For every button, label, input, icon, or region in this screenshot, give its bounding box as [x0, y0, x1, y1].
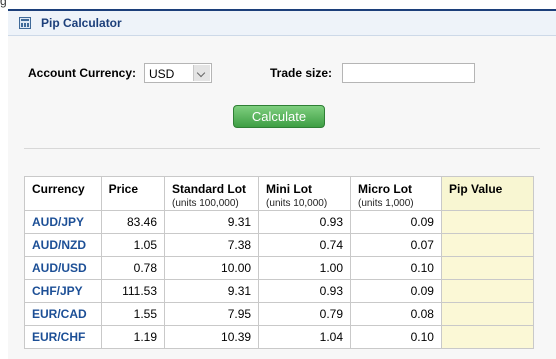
trade-size-input[interactable]: [342, 63, 475, 83]
micro-lot-cell: 0.07: [350, 233, 442, 257]
currency-link[interactable]: AUD/JPY: [24, 210, 102, 234]
mini-lot-cell: 1.00: [258, 256, 352, 280]
currency-link[interactable]: AUD/USD: [24, 256, 102, 280]
price-cell: 1.19: [100, 325, 166, 349]
pip-calculator-panel: Pip Calculator Account Currency: USD Tra…: [8, 9, 556, 359]
table-row: CHF/JPY 111.53 9.31 0.93 0.09: [24, 279, 535, 303]
price-cell: 1.55: [100, 302, 166, 326]
mini-lot-cell: 0.93: [258, 210, 352, 234]
account-currency-select[interactable]: USD: [144, 63, 212, 83]
mini-lot-cell: 0.79: [258, 302, 352, 326]
account-currency-value: USD: [149, 67, 175, 81]
header-pip-value: Pip Value: [440, 176, 535, 211]
header-micro-lot: Micro Lot (units 1,000): [350, 176, 442, 211]
micro-lot-cell: 0.08: [350, 302, 442, 326]
header-price: Price: [100, 176, 166, 211]
micro-lot-cell: 0.10: [350, 256, 442, 280]
chevron-down-icon[interactable]: [193, 65, 210, 81]
currency-link[interactable]: CHF/JPY: [24, 279, 102, 303]
price-cell: 0.78: [100, 256, 166, 280]
mini-lot-cell: 0.93: [258, 279, 352, 303]
table-row: AUD/JPY 83.46 9.31 0.93 0.09: [24, 210, 535, 234]
calculate-button[interactable]: Calculate: [233, 105, 325, 128]
price-cell: 1.05: [100, 233, 166, 257]
pip-value-cell: [440, 233, 535, 257]
micro-lot-cell: 0.09: [350, 279, 442, 303]
standard-lot-cell: 7.95: [164, 302, 260, 326]
price-cell: 111.53: [100, 279, 166, 303]
standard-lot-cell: 9.31: [164, 210, 260, 234]
panel-header: Pip Calculator: [8, 11, 556, 36]
price-cell: 83.46: [100, 210, 166, 234]
divider: [24, 148, 540, 149]
form-row: Account Currency: USD Trade size:: [8, 63, 556, 85]
pip-table: Currency Price Standard Lot (units 100,00…: [24, 176, 535, 349]
currency-link[interactable]: EUR/CAD: [24, 302, 102, 326]
table-row: AUD/USD 0.78 10.00 1.00 0.10: [24, 256, 535, 280]
header-standard-lot: Standard Lot (units 100,000): [164, 176, 260, 211]
pip-value-cell: [440, 210, 535, 234]
trade-size-label: Trade size:: [270, 66, 333, 80]
header-mini-lot: Mini Lot (units 10,000): [258, 176, 352, 211]
mini-lot-cell: 0.74: [258, 233, 352, 257]
panel-title: Pip Calculator: [41, 16, 122, 30]
header-currency: Currency: [24, 176, 102, 211]
pip-value-cell: [440, 302, 535, 326]
mini-lot-cell: 1.04: [258, 325, 352, 349]
account-currency-label: Account Currency:: [28, 66, 137, 80]
calculator-icon: [19, 17, 31, 29]
micro-lot-cell: 0.10: [350, 325, 442, 349]
standard-lot-cell: 9.31: [164, 279, 260, 303]
standard-lot-cell: 10.00: [164, 256, 260, 280]
currency-link[interactable]: AUD/NZD: [24, 233, 102, 257]
standard-lot-cell: 10.39: [164, 325, 260, 349]
top-strip: g: [0, 0, 556, 9]
pip-value-cell: [440, 256, 535, 280]
standard-lot-cell: 7.38: [164, 233, 260, 257]
top-text-fragment: g: [0, 0, 7, 8]
pip-value-cell: [440, 279, 535, 303]
table-row: EUR/CHF 1.19 10.39 1.04 0.10: [24, 325, 535, 349]
table-row: EUR/CAD 1.55 7.95 0.79 0.08: [24, 302, 535, 326]
table-row: AUD/NZD 1.05 7.38 0.74 0.07: [24, 233, 535, 257]
micro-lot-cell: 0.09: [350, 210, 442, 234]
pip-value-cell: [440, 325, 535, 349]
table-header-row: Currency Price Standard Lot (units 100,00…: [24, 176, 535, 211]
currency-link[interactable]: EUR/CHF: [24, 325, 102, 349]
